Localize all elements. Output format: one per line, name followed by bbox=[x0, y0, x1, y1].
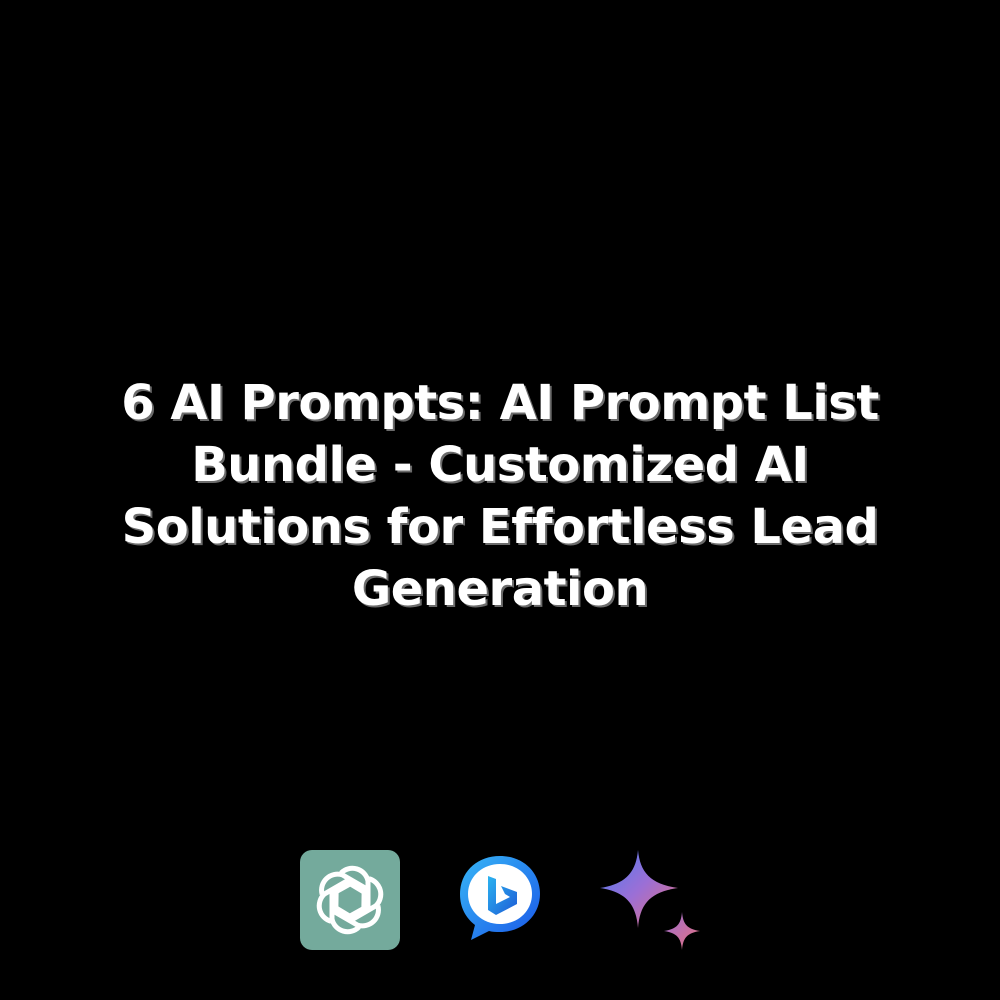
chatgpt-logo-icon bbox=[300, 850, 400, 950]
canvas: 6 AI Prompts: AI Prompt List Bundle - Cu… bbox=[0, 0, 1000, 1000]
bing-chat-logo-icon bbox=[460, 856, 540, 940]
gemini-sparkle-logo-icon bbox=[600, 850, 700, 950]
page-title: 6 AI Prompts: AI Prompt List Bundle - Cu… bbox=[121, 375, 879, 617]
